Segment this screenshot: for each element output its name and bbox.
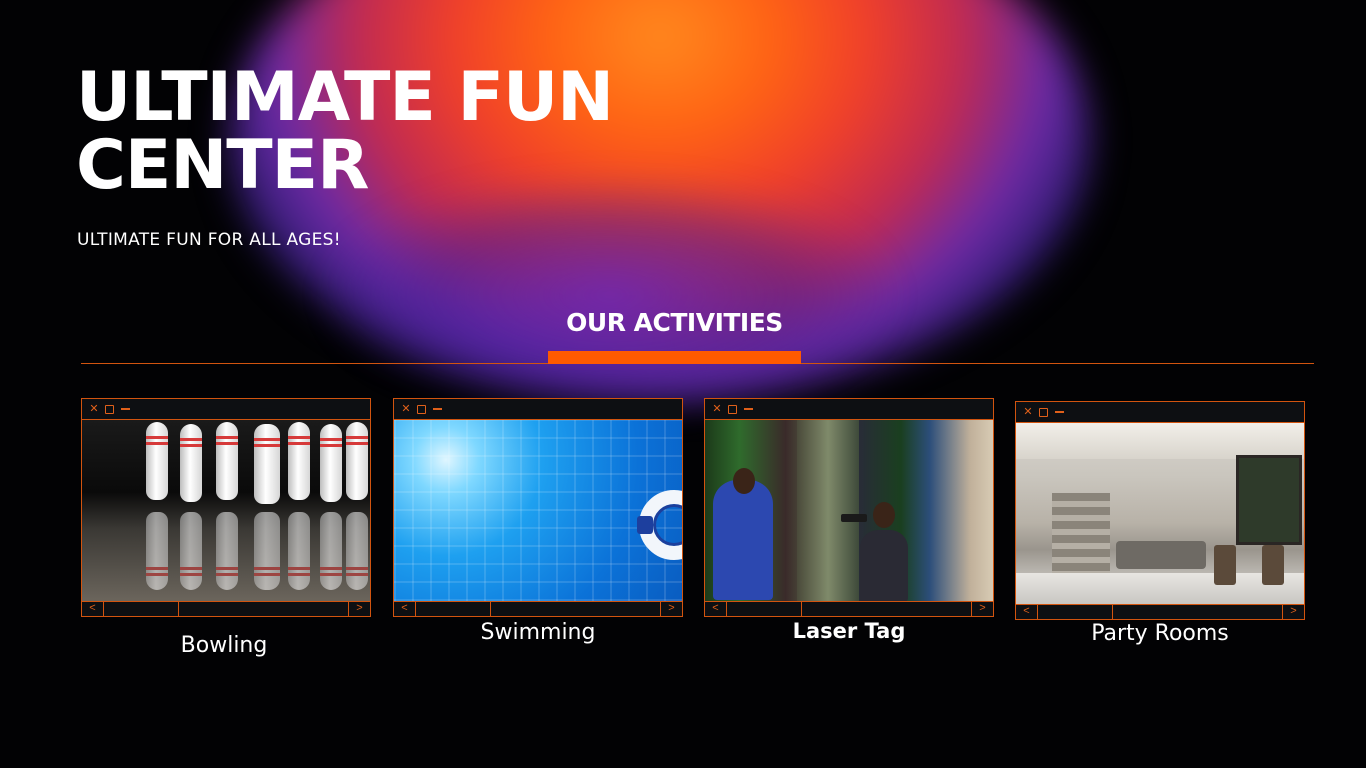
scroll-thumb[interactable] <box>1038 605 1113 619</box>
bowling-pin-reflection <box>288 512 310 590</box>
maximize-icon[interactable] <box>728 404 737 414</box>
background-purple-glow <box>330 180 890 410</box>
maximize-icon[interactable] <box>105 404 114 414</box>
scroll-right-button[interactable]: > <box>1282 605 1304 619</box>
bowling-pin-reflection <box>216 512 238 590</box>
window-scrollbar[interactable]: < > <box>705 601 993 616</box>
arena-pillar <box>797 420 859 601</box>
activity-label-laser-tag: Laser Tag <box>792 619 906 643</box>
minimize-icon[interactable] <box>744 408 753 410</box>
player-head <box>873 502 895 528</box>
scroll-left-button[interactable]: < <box>1016 605 1038 619</box>
room-chair <box>1262 545 1284 585</box>
scroll-left-button[interactable]: < <box>394 602 416 616</box>
window-scrollbar[interactable]: < > <box>1016 604 1304 619</box>
bowling-image <box>82 420 370 601</box>
bowling-pin <box>346 422 368 500</box>
close-icon[interactable]: ✕ <box>400 403 412 415</box>
room-window <box>1236 455 1302 545</box>
player-silhouette <box>860 530 908 601</box>
bowling-pin-reflection <box>254 512 280 590</box>
page-subtitle: ULTIMATE FUN FOR ALL AGES! <box>77 230 341 250</box>
bowling-pin <box>146 422 168 500</box>
close-icon[interactable]: ✕ <box>1022 406 1034 418</box>
minimize-icon[interactable] <box>433 408 442 410</box>
room-ceiling <box>1016 423 1304 459</box>
scroll-thumb[interactable] <box>416 602 491 616</box>
close-icon[interactable]: ✕ <box>711 403 723 415</box>
scroll-right-button[interactable]: > <box>348 602 370 616</box>
activity-label-swimming: Swimming <box>480 620 596 645</box>
maximize-icon[interactable] <box>1039 407 1048 417</box>
minimize-icon[interactable] <box>1055 411 1064 413</box>
bowling-pin <box>180 424 202 502</box>
bowling-pin <box>216 422 238 500</box>
window-scrollbar[interactable]: < > <box>82 601 370 616</box>
window-titlebar: ✕ <box>705 399 993 420</box>
laser-tag-image <box>705 420 993 601</box>
window-titlebar: ✕ <box>394 399 682 420</box>
maximize-icon[interactable] <box>417 404 426 414</box>
scroll-track[interactable] <box>1113 605 1282 619</box>
bowling-pin-reflection <box>320 512 342 590</box>
player-head <box>733 468 755 494</box>
bowling-pin-reflection <box>146 512 168 590</box>
activity-card-bowling[interactable]: ✕ < > <box>81 398 371 617</box>
bowling-pin-reflection <box>346 512 368 590</box>
activity-card-swimming[interactable]: ✕ < > <box>393 398 683 617</box>
scroll-right-button[interactable]: > <box>660 602 682 616</box>
room-sofa <box>1116 541 1206 569</box>
close-icon[interactable]: ✕ <box>88 403 100 415</box>
window-titlebar: ✕ <box>82 399 370 420</box>
section-divider-accent <box>548 351 801 364</box>
room-chair <box>1214 545 1236 585</box>
bowling-pin <box>254 424 280 504</box>
room-floor <box>1016 573 1304 604</box>
scroll-thumb[interactable] <box>104 602 179 616</box>
swim-ring-stripe <box>637 516 653 534</box>
window-scrollbar[interactable]: < > <box>394 601 682 616</box>
scroll-left-button[interactable]: < <box>82 602 104 616</box>
scroll-right-button[interactable]: > <box>971 602 993 616</box>
window-titlebar: ✕ <box>1016 402 1304 423</box>
scroll-track[interactable] <box>802 602 971 616</box>
scroll-thumb[interactable] <box>727 602 802 616</box>
bowling-pin <box>320 424 342 502</box>
section-title: OUR ACTIVITIES <box>566 308 783 337</box>
page-title: ULTIMATE FUN CENTER <box>76 64 716 200</box>
scroll-track[interactable] <box>179 602 348 616</box>
scroll-left-button[interactable]: < <box>705 602 727 616</box>
party-room-image <box>1016 423 1304 604</box>
slide: ULTIMATE FUN CENTER ULTIMATE FUN FOR ALL… <box>0 0 1366 768</box>
activity-card-laser-tag[interactable]: ✕ < > <box>704 398 994 617</box>
bowling-pin <box>288 422 310 500</box>
activity-label-bowling: Bowling <box>180 633 268 658</box>
activity-label-party-rooms: Party Rooms <box>1091 621 1229 646</box>
player-silhouette <box>713 480 773 600</box>
laser-gun <box>841 514 867 522</box>
activity-card-party-rooms[interactable]: ✕ < > <box>1015 401 1305 620</box>
title-line-2: CENTER <box>76 126 369 205</box>
minimize-icon[interactable] <box>121 408 130 410</box>
swimming-pool-image <box>394 420 682 601</box>
bowling-pin-reflection <box>180 512 202 590</box>
scroll-track[interactable] <box>491 602 660 616</box>
